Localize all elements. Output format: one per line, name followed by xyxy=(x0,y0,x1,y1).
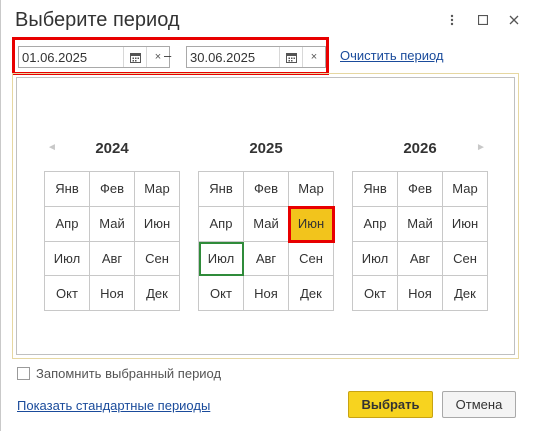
start-date-value[interactable]: 01.06.2025 xyxy=(19,47,123,67)
standard-periods-link[interactable]: Показать стандартные периоды xyxy=(17,398,210,413)
month-cell[interactable]: Мар xyxy=(443,172,488,207)
month-cell[interactable]: Ноя xyxy=(398,276,443,311)
month-cell[interactable]: Апр xyxy=(199,206,244,242)
month-cell[interactable]: Май xyxy=(244,206,289,242)
cancel-button[interactable]: Отмена xyxy=(442,391,516,418)
month-cell[interactable]: Май xyxy=(398,206,443,242)
month-cell[interactable]: Окт xyxy=(353,276,398,311)
month-grid-2026: Янв Фев Мар Апр Май Июн Июл Авг Сен Окт Ноя Дек xyxy=(352,171,488,311)
clear-period-link[interactable]: Очистить период xyxy=(340,48,444,63)
month-cell[interactable]: Апр xyxy=(45,206,90,242)
month-cell[interactable]: Окт xyxy=(45,276,90,311)
month-cell-selected[interactable]: Июн xyxy=(288,205,335,243)
dialog-window: Выберите период 01.06.2025 × – 30.06.202… xyxy=(0,0,533,431)
month-cell[interactable]: Авг xyxy=(244,241,289,277)
remember-period-option[interactable]: Запомнить выбранный период xyxy=(17,366,221,381)
month-cell[interactable]: Дек xyxy=(289,276,334,311)
year-label-2026: 2026 xyxy=(403,140,437,157)
month-cell[interactable]: Фев xyxy=(398,172,443,207)
month-cell[interactable]: Фев xyxy=(90,172,135,207)
month-cell[interactable]: Май xyxy=(90,206,135,242)
more-icon[interactable] xyxy=(444,11,460,29)
month-cell[interactable]: Дек xyxy=(135,276,180,311)
close-icon[interactable] xyxy=(506,11,522,29)
month-cell[interactable]: Апр xyxy=(353,206,398,242)
remember-checkbox[interactable] xyxy=(17,367,30,380)
month-cell[interactable]: Июл xyxy=(45,241,90,277)
select-button[interactable]: Выбрать xyxy=(348,391,433,418)
month-cell[interactable]: Дек xyxy=(443,276,488,311)
month-cell[interactable]: Янв xyxy=(199,172,244,207)
calendar-icon[interactable] xyxy=(123,47,146,67)
calendar-panel: ◄ ► 2024 2025 2026 Янв Фев Мар Апр Май Июн Июл… xyxy=(12,73,519,359)
month-cell[interactable]: Сен xyxy=(135,241,180,277)
year-label-2025: 2025 xyxy=(249,140,283,157)
month-cell[interactable]: Сен xyxy=(443,241,488,277)
month-cell[interactable]: Мар xyxy=(135,172,180,207)
period-separator: – xyxy=(164,48,172,63)
month-cell[interactable]: Янв xyxy=(45,172,90,207)
end-date-value[interactable]: 30.06.2025 xyxy=(187,47,279,67)
month-cell[interactable]: Июн xyxy=(443,206,488,242)
month-cell[interactable]: Мар xyxy=(289,172,334,207)
month-cell[interactable]: Июн xyxy=(135,206,180,242)
period-input-group: 01.06.2025 × – 30.06.2025 × xyxy=(12,37,329,75)
clear-end-button[interactable]: × xyxy=(302,47,325,67)
end-date-field[interactable]: 30.06.2025 × xyxy=(186,46,326,68)
month-cell[interactable]: Авг xyxy=(398,241,443,277)
maximize-icon[interactable] xyxy=(475,11,491,29)
month-cell[interactable]: Авг xyxy=(90,241,135,277)
month-cell[interactable]: Сен xyxy=(289,241,334,277)
month-cell[interactable]: Ноя xyxy=(90,276,135,311)
month-grid-2024: Янв Фев Мар Апр Май Июн Июл Авг Сен Окт Ноя Дек xyxy=(44,171,180,311)
month-cell[interactable]: Июл xyxy=(353,241,398,277)
month-grid-2025: Янв Фев Мар Апр Май Июн Июл Авг Сен Окт Ноя Дек xyxy=(198,171,335,311)
month-cell[interactable]: Фев xyxy=(244,172,289,207)
month-cell[interactable]: Ноя xyxy=(244,276,289,311)
calendar-area: ◄ ► 2024 2025 2026 Янв Фев Мар Апр Май Июн Июл… xyxy=(16,77,515,355)
month-cell-current[interactable]: Июл xyxy=(199,241,244,277)
remember-label[interactable]: Запомнить выбранный период xyxy=(36,366,221,381)
dialog-title: Выберите период xyxy=(15,9,180,31)
month-cell[interactable]: Янв xyxy=(353,172,398,207)
start-date-field[interactable]: 01.06.2025 × xyxy=(18,46,170,68)
calendar-icon[interactable] xyxy=(279,47,302,67)
month-cell[interactable]: Окт xyxy=(199,276,244,311)
year-label-2024: 2024 xyxy=(95,140,129,157)
